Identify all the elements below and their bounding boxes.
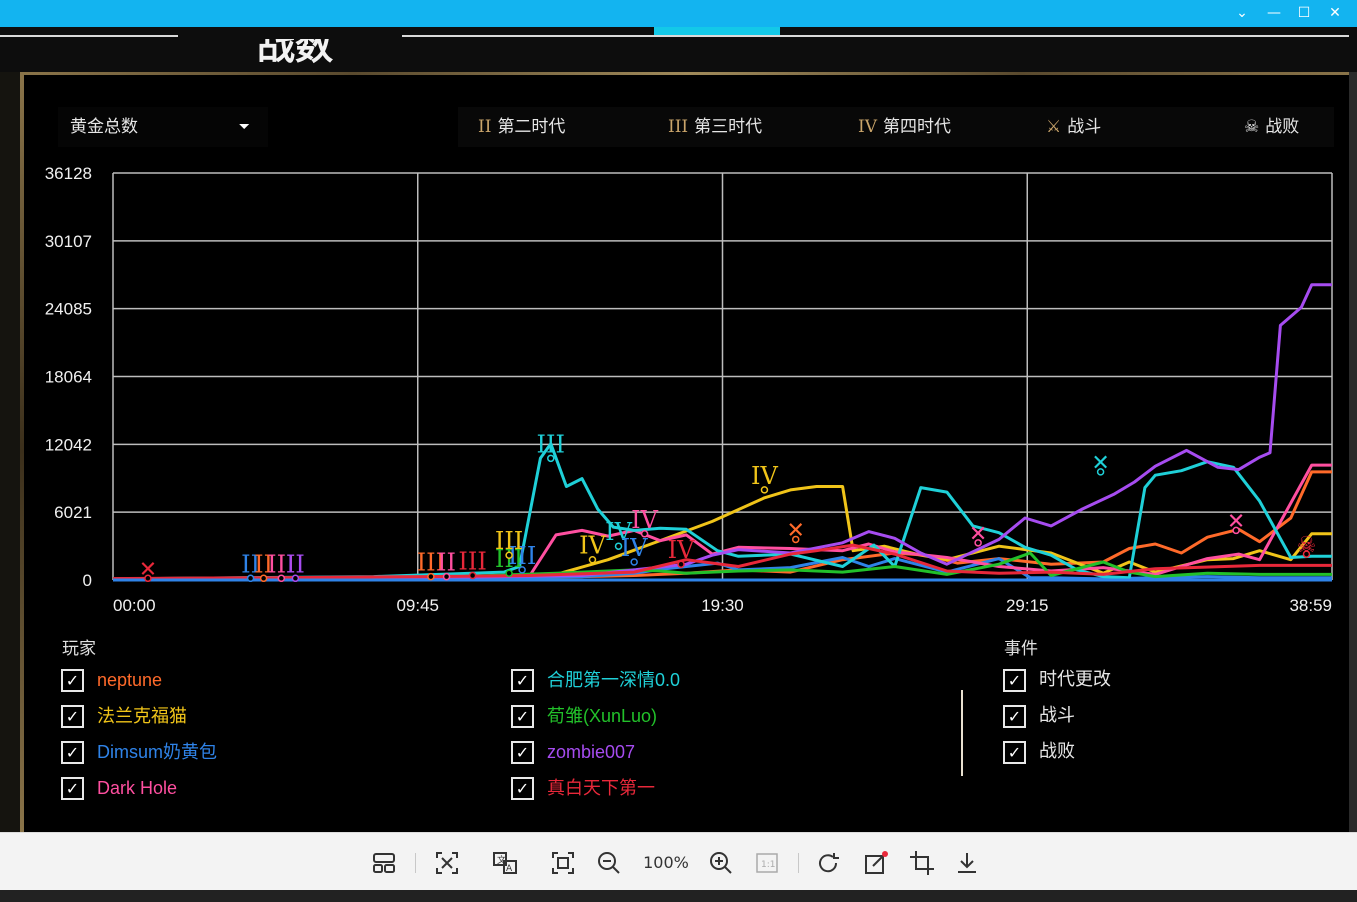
svg-text:A: A — [506, 864, 513, 874]
player-name-label: Dark Hole — [97, 778, 178, 798]
download-icon[interactable] — [952, 848, 982, 878]
player-name-label: 真白天下第一 — [547, 778, 655, 798]
checkbox-checked-icon[interactable]: ✓ — [61, 777, 84, 800]
battle-marker-icon: ✕ — [969, 522, 987, 547]
text-recognition-icon[interactable] — [432, 848, 462, 878]
event-name-label: 时代更改 — [1039, 669, 1111, 690]
crop-icon[interactable] — [907, 848, 937, 878]
age-change-marker: IV — [631, 506, 658, 534]
game-window: ⌄ — ☐ ✕ 战数 黄金总数 ⏷ II 第二时代 III 第三时代 IV 第四时代 … — [0, 0, 1357, 902]
event-name-label: 战败 — [1039, 741, 1075, 762]
x-tick-label: 19:30 — [701, 596, 744, 615]
checkbox-checked-icon[interactable]: ✓ — [511, 741, 534, 764]
age-change-marker: IV — [621, 534, 648, 562]
age-change-marker: IV — [579, 532, 606, 560]
checkbox-checked-icon[interactable]: ✓ — [511, 777, 534, 800]
y-tick-label: 18064 — [45, 368, 92, 387]
toolbar-separator — [798, 853, 799, 873]
zoom-in-icon[interactable] — [706, 848, 736, 878]
fit-screen-icon[interactable] — [548, 848, 578, 878]
y-tick-label: 0 — [83, 571, 92, 590]
x-tick-label: 00:00 — [113, 596, 156, 615]
checkbox-checked-icon[interactable]: ✓ — [61, 669, 84, 692]
zoom-level: 100% — [643, 853, 689, 872]
actual-size-icon[interactable]: 1:1 — [752, 848, 782, 878]
zoom-out-icon[interactable] — [594, 848, 624, 878]
checkbox-checked-icon[interactable]: ✓ — [511, 705, 534, 728]
battle-marker-icon: ✕ — [1091, 451, 1109, 476]
checkbox-checked-icon[interactable]: ✓ — [511, 669, 534, 692]
events-legend-title: 事件 — [1004, 639, 1038, 659]
age-change-marker: III — [537, 430, 565, 458]
age-change-marker: IV — [668, 536, 695, 564]
event-name-label: 战斗 — [1039, 705, 1075, 726]
x-tick-label: 29:15 — [1006, 596, 1049, 615]
checkbox-checked-icon[interactable]: ✓ — [1003, 669, 1026, 692]
x-tick-label: 09:45 — [396, 596, 439, 615]
players-legend-title: 玩家 — [62, 639, 96, 659]
battle-marker-icon: ✕ — [139, 557, 157, 582]
age-change-marker: II — [437, 549, 456, 577]
age-change-marker: III — [495, 527, 523, 555]
grid-view-icon[interactable] — [369, 848, 399, 878]
svg-text:1:1: 1:1 — [761, 860, 775, 870]
battle-marker-icon: ✕ — [787, 518, 805, 543]
battle-marker-icon: ✕ — [1227, 509, 1245, 534]
y-tick-label: 36128 — [45, 164, 92, 183]
checkbox-checked-icon[interactable]: ✓ — [1003, 741, 1026, 764]
svg-text:文: 文 — [497, 854, 506, 866]
edit-icon[interactable] — [861, 848, 891, 878]
translate-icon[interactable]: 文A — [490, 848, 520, 878]
age-change-marker: IV — [751, 462, 778, 490]
player-name-label: 合肥第一深情0.0 — [547, 670, 681, 690]
player-name-label: Dimsum奶黄包 — [97, 742, 217, 762]
image-viewer-toolbar: 文A 100% 1:1 — [0, 832, 1357, 890]
y-tick-label: 12042 — [45, 435, 92, 454]
y-tick-label: 6021 — [54, 503, 92, 522]
x-tick-label: 38:59 — [1289, 596, 1332, 615]
gold-chart: 36128 30107 24085 18064 12042 6021 0 00:00 09:45… — [45, 164, 1333, 615]
checkbox-checked-icon[interactable]: ✓ — [61, 741, 84, 764]
y-tick-label: 24085 — [45, 300, 92, 319]
checkbox-checked-icon[interactable]: ✓ — [1003, 705, 1026, 728]
toolbar-separator — [415, 853, 416, 873]
rotate-icon[interactable] — [814, 848, 844, 878]
player-name-label: neptune — [97, 670, 163, 690]
bottom-strip — [0, 890, 1357, 902]
age-change-marker: II — [286, 550, 305, 578]
player-name-label: zombie007 — [547, 742, 636, 762]
age-change-marker: III — [458, 547, 486, 575]
player-name-label: 法兰克福猫 — [97, 706, 187, 726]
defeat-marker-icon: ☠ — [1297, 533, 1317, 558]
legend-divider — [961, 690, 963, 776]
player-name-label: 荀雏(XunLuo) — [547, 706, 658, 726]
checkbox-checked-icon[interactable]: ✓ — [61, 705, 84, 728]
y-tick-label: 30107 — [45, 232, 92, 251]
